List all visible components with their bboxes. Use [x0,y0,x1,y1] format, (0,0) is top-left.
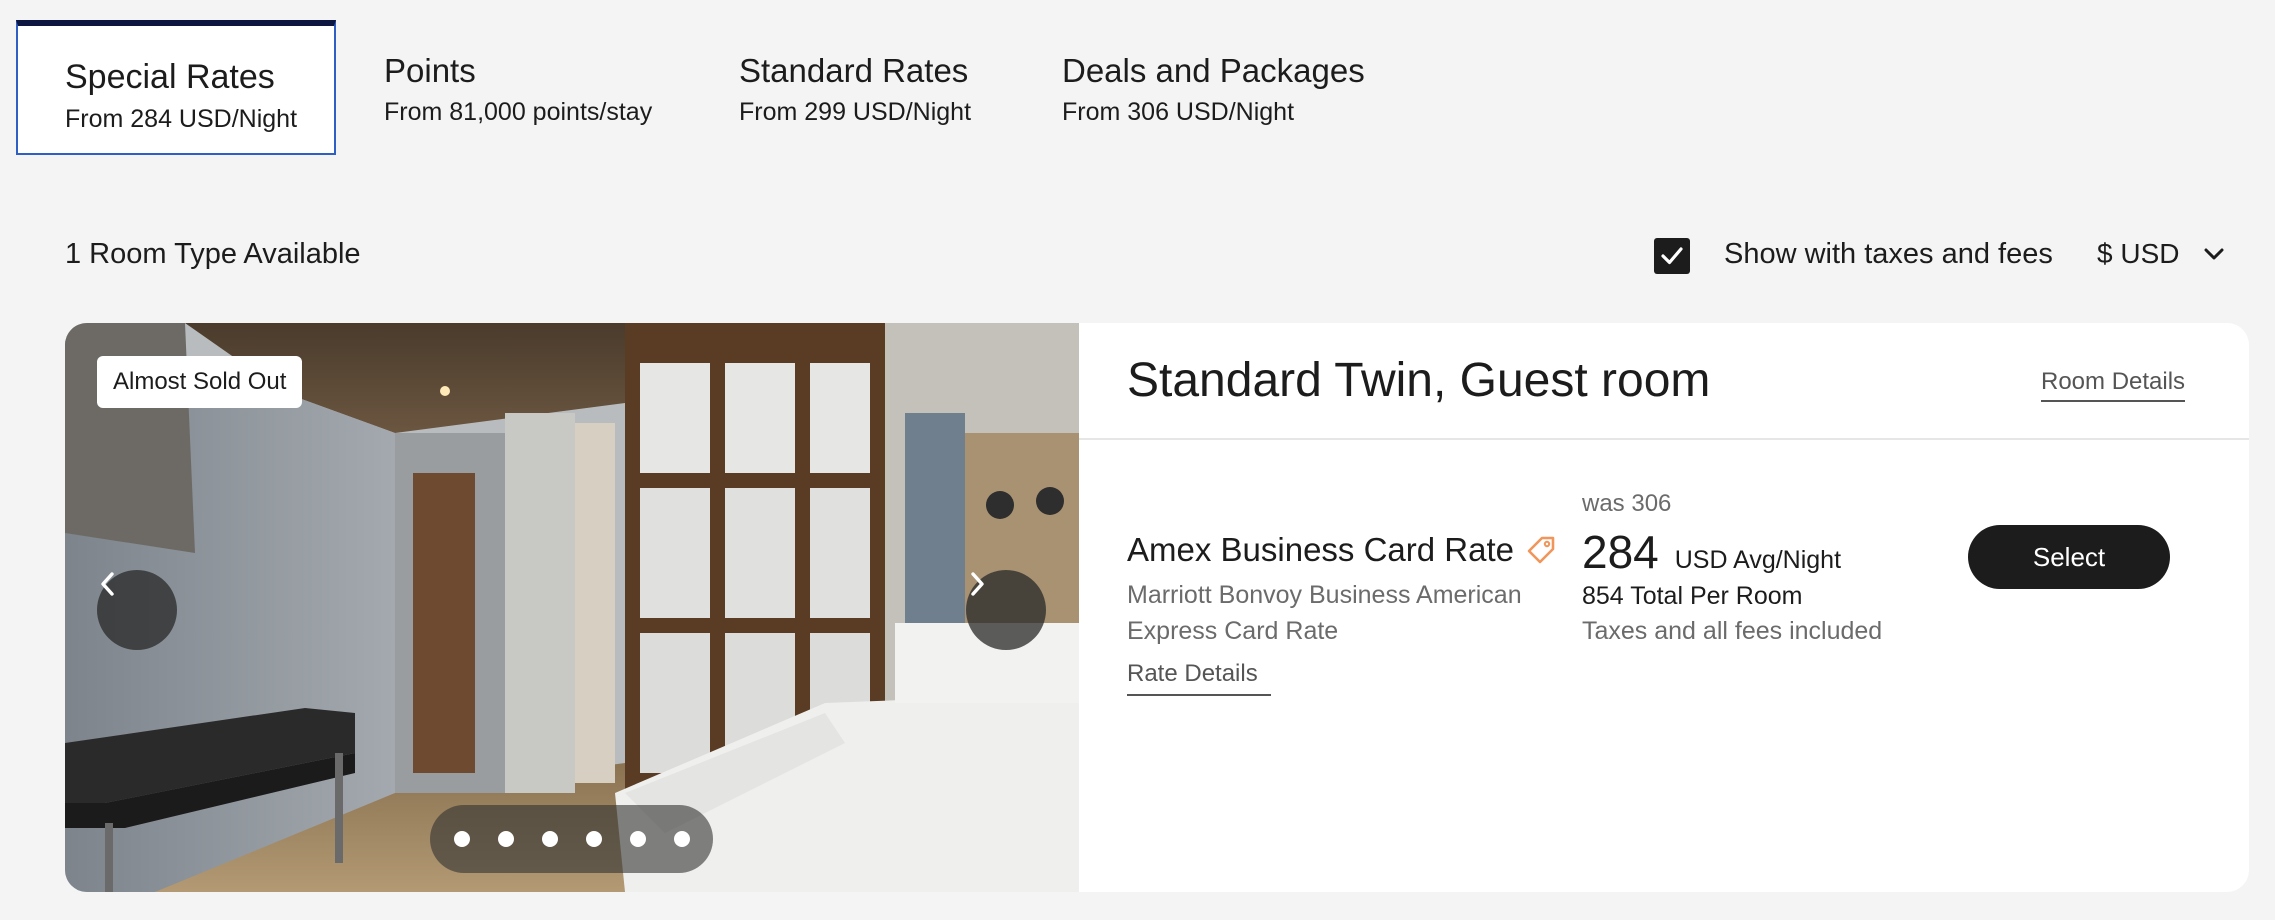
price-unit: USD Avg/Night [1674,546,1842,574]
room-photo-carousel[interactable]: Almost Sold Out [65,323,1079,892]
carousel-next-button[interactable] [966,570,1046,650]
carousel-dot[interactable] [673,831,690,847]
rate-details-link[interactable]: Rate Details [1127,660,1271,696]
room-card: Almost Sold Out Standard Twin, Guest roo… [65,323,2249,892]
tab-standard-rates[interactable]: Standard Rates From 299 USD/Night [739,20,971,155]
carousel-dot[interactable] [541,831,558,847]
tab-title: Points [384,52,476,89]
tab-subtitle: From 299 USD/Night [739,98,972,126]
select-button[interactable]: Select [1968,525,2170,589]
chevron-down-icon [2204,248,2224,260]
carousel-pagination [430,805,713,873]
rate-name: Amex Business Card Rate [1127,531,1556,569]
tab-title: Deals and Packages [1062,52,1365,89]
carousel-dot[interactable] [497,831,514,847]
tab-subtitle: From 306 USD/Night [1062,98,1295,126]
tab-subtitle: From 284 USD/Night [65,105,298,133]
rate-description: Marriott Bonvoy Business American Expres… [1127,581,1522,645]
carousel-dot[interactable] [453,831,470,847]
availability-badge: Almost Sold Out [97,356,303,408]
check-icon [1661,247,1683,265]
card-divider [1079,438,2249,440]
chevron-left-icon [101,572,114,596]
carousel-dot[interactable] [629,831,646,847]
tab-title: Special Rates [65,58,275,96]
rate-tabs: Special Rates From 284 USD/Night Points … [0,0,2275,155]
chevron-right-icon [971,572,984,596]
tab-points[interactable]: Points From 81,000 points/stay [384,20,652,155]
carousel-prev-button[interactable] [97,570,177,650]
taxes-checkbox[interactable] [1654,238,1690,274]
room-title: Standard Twin, Guest room [1127,354,1711,407]
currency-dropdown[interactable]: $ USD [2097,238,2225,270]
carousel-dot[interactable] [585,831,602,847]
room-details-link[interactable]: Room Details [2041,368,2186,402]
tab-deals-and-packages[interactable]: Deals and Packages From 306 USD/Night [1062,20,1365,155]
tab-special-rates[interactable]: Special Rates From 284 USD/Night [16,20,336,155]
taxes-note: Taxes and all fees included [1582,617,1883,645]
tab-title: Standard Rates [739,52,969,89]
original-price: was 306 [1582,490,1672,517]
tab-subtitle: From 81,000 points/stay [384,98,653,126]
tag-icon [1527,536,1555,564]
currency-value: $ USD [2097,238,2180,269]
price-row: 284 USD Avg/Night [1582,525,1841,579]
rate-name-text: Amex Business Card Rate [1127,531,1514,568]
taxes-toggle-label[interactable]: Show with taxes and fees [1724,238,2053,271]
rooms-available-count: 1 Room Type Available [65,238,361,270]
nightly-price: 284 [1582,526,1659,578]
total-price: 854 Total Per Room [1582,582,1803,610]
